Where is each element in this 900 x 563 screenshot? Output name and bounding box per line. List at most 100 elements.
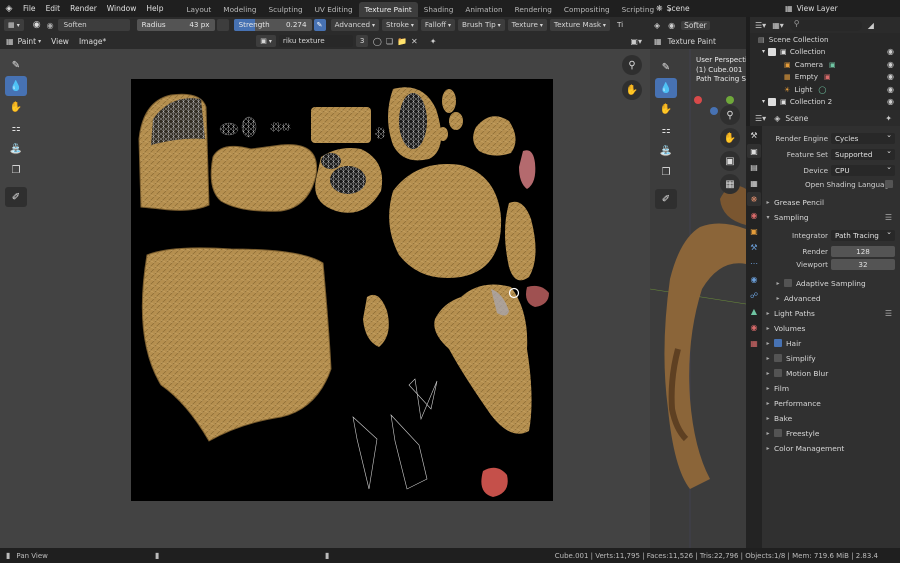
viewport-mask-tool-icon[interactable]: ❐ xyxy=(655,162,677,182)
fill-tool-icon[interactable]: ⛲ xyxy=(5,139,27,159)
panel-color-management[interactable]: ▸ Color Management xyxy=(762,441,900,455)
menu-file[interactable]: File xyxy=(18,0,41,17)
tab-texture-paint[interactable]: Texture Paint xyxy=(358,1,418,17)
radius-field[interactable]: Radius 43 px xyxy=(136,19,215,31)
osl-checkbox[interactable] xyxy=(885,180,893,188)
panel-volumes[interactable]: ▸ Volumes xyxy=(762,321,900,335)
viewport-zoom-icon[interactable]: ⚲ xyxy=(720,105,740,125)
viewport-pan-icon[interactable]: ✋ xyxy=(720,128,740,148)
brush-name-field[interactable]: Soften xyxy=(57,19,130,31)
viewport-fill-tool-icon[interactable]: ⛲ xyxy=(655,141,677,161)
new-image-icon[interactable]: ❏ xyxy=(386,37,393,46)
render-samples-field[interactable]: 128 xyxy=(831,245,895,257)
viewport-smear-tool-icon[interactable]: ✋ xyxy=(655,99,677,119)
texture-canvas[interactable] xyxy=(131,79,553,501)
panel-grease-pencil[interactable]: ▸ Grease Pencil xyxy=(762,195,900,209)
feature-set-dropdown[interactable]: Supported xyxy=(831,146,895,160)
world-tab-icon[interactable]: ◉ xyxy=(747,208,761,222)
visibility-eye-icon[interactable]: ◉ xyxy=(887,85,894,94)
mask-tool-icon[interactable]: ❐ xyxy=(5,160,27,180)
clone-tool-icon[interactable]: ⚏ xyxy=(5,118,27,138)
scene-selector[interactable]: ❋ Scene xyxy=(656,2,690,14)
mode-dropdown[interactable]: Paint xyxy=(18,37,37,46)
panel-bake[interactable]: ▸ Bake xyxy=(762,411,900,425)
radius-pressure-icon[interactable] xyxy=(216,19,229,31)
display-channels-icon[interactable]: ▣▾ xyxy=(630,37,642,46)
panel-adaptive-sampling[interactable]: ▸ Adaptive Sampling xyxy=(762,276,900,290)
viewport-mode-dropdown[interactable]: Texture Paint xyxy=(668,37,716,46)
outliner-row-collection-2[interactable]: ▾ ▣ Collection 2 ◉ xyxy=(750,96,900,109)
particles-tab-icon[interactable]: ⋯ xyxy=(747,256,761,270)
outliner-filter-icon[interactable]: ▦▾ xyxy=(772,21,784,30)
render-engine-dropdown[interactable]: Cycles xyxy=(831,130,895,144)
image-name-field[interactable]: riku texture xyxy=(278,35,353,47)
expand-arrow-icon[interactable]: ▾ xyxy=(762,98,765,105)
viewport-soften-tool-icon[interactable]: 💧 xyxy=(655,78,677,98)
texture-tab-icon[interactable]: ▦ xyxy=(747,336,761,350)
panel-film[interactable]: ▸ Film xyxy=(762,381,900,395)
outliner-search-input[interactable]: ⚲ xyxy=(789,19,862,31)
viewport-annotate-tool-icon[interactable]: ✐ xyxy=(655,189,677,209)
visibility-eye-icon[interactable]: ◉ xyxy=(887,72,894,81)
3d-viewport[interactable]: ◈ ◉ Softer ▦ Texture Paint User Perspect… xyxy=(650,17,746,548)
panel-simplify[interactable]: ▸ Simplify xyxy=(762,351,900,365)
outliner-funnel-icon[interactable]: ◢ xyxy=(868,21,874,30)
visibility-eye-icon[interactable]: ◉ xyxy=(887,47,894,56)
strength-field[interactable]: Strength 0.274 xyxy=(233,19,312,31)
outliner-editor-icon[interactable]: ☰▾ xyxy=(755,21,766,30)
panel-hair[interactable]: ▸ Hair xyxy=(762,336,900,350)
device-dropdown[interactable]: CPU xyxy=(831,162,895,176)
stroke-dropdown[interactable]: Stroke xyxy=(382,19,418,31)
visibility-eye-icon[interactable]: ◉ xyxy=(887,97,894,106)
brush-browse-icon[interactable]: ◉ xyxy=(47,21,54,30)
panel-motion-blur[interactable]: ▸ Motion Blur xyxy=(762,366,900,380)
modifier-tab-icon[interactable]: ⚒ xyxy=(747,240,761,254)
menu-image[interactable]: Image* xyxy=(79,37,106,46)
draw-tool-icon[interactable]: ✎ xyxy=(5,55,27,75)
data-tab-icon[interactable]: ▲ xyxy=(747,304,761,318)
tab-sculpting[interactable]: Sculpting xyxy=(263,2,309,17)
viewport-draw-tool-icon[interactable]: ✎ xyxy=(655,57,677,77)
strength-pressure-icon[interactable]: ✎ xyxy=(313,19,326,31)
unlink-image-icon[interactable]: ✕ xyxy=(411,37,418,46)
texture-mask-dropdown[interactable]: Texture Mask xyxy=(549,19,610,31)
panel-sampling-advanced[interactable]: ▸ Advanced xyxy=(762,291,900,305)
smear-tool-icon[interactable]: ✋ xyxy=(5,97,27,117)
panel-freestyle[interactable]: ▸ Freestyle xyxy=(762,426,900,440)
view-layer-tab-icon[interactable]: ▦ xyxy=(747,176,761,190)
presets-list-icon[interactable]: ☰ xyxy=(885,309,892,318)
physics-tab-icon[interactable]: ◉ xyxy=(747,272,761,286)
tab-uv-editing[interactable]: UV Editing xyxy=(309,2,359,17)
outliner-row-light[interactable]: ☀ Light ◯ ◉ xyxy=(750,83,900,96)
tab-animation[interactable]: Animation xyxy=(459,2,508,17)
collection-checkbox[interactable] xyxy=(768,47,777,56)
menu-view[interactable]: View xyxy=(51,37,69,46)
hair-checkbox[interactable] xyxy=(774,339,782,347)
tab-layout[interactable]: Layout xyxy=(180,2,217,17)
outliner-row-scene-collection[interactable]: ▤ Scene Collection xyxy=(750,33,900,46)
viewport-samples-field[interactable]: 32 xyxy=(831,258,895,270)
image-browse-button[interactable]: ▣ xyxy=(256,35,276,47)
blender-logo-icon[interactable]: ◈ xyxy=(0,4,18,14)
pin-icon[interactable]: ✦ xyxy=(430,37,437,46)
panel-sampling[interactable]: ▾ Sampling ☰ xyxy=(762,210,900,224)
material-tab-icon[interactable]: ◉ xyxy=(747,320,761,334)
render-tab-icon[interactable]: ▣ xyxy=(747,144,761,158)
menu-window[interactable]: Window xyxy=(102,0,142,17)
tab-shading[interactable]: Shading xyxy=(418,2,460,17)
viewport-editor-type-icon[interactable]: ◈ xyxy=(654,21,660,30)
editor-type-button[interactable]: ▦ xyxy=(4,19,24,31)
tab-scripting[interactable]: Scripting xyxy=(616,2,660,17)
tab-compositing[interactable]: Compositing xyxy=(558,2,616,17)
overflow-tab[interactable]: Ti xyxy=(613,19,627,31)
collection-checkbox[interactable] xyxy=(768,97,777,106)
viewport-grid-icon[interactable]: ▦ xyxy=(720,174,740,194)
advanced-dropdown[interactable]: Advanced xyxy=(330,19,379,31)
motion-blur-checkbox[interactable] xyxy=(774,369,782,377)
visibility-eye-icon[interactable]: ◉ xyxy=(887,60,894,69)
presets-list-icon[interactable]: ☰ xyxy=(885,213,892,222)
texture-dropdown[interactable]: Texture xyxy=(507,19,547,31)
pan-hand-icon[interactable]: ✋ xyxy=(622,80,642,100)
zoom-icon[interactable]: ⚲ xyxy=(622,55,642,75)
adaptive-sampling-checkbox[interactable] xyxy=(784,279,792,287)
